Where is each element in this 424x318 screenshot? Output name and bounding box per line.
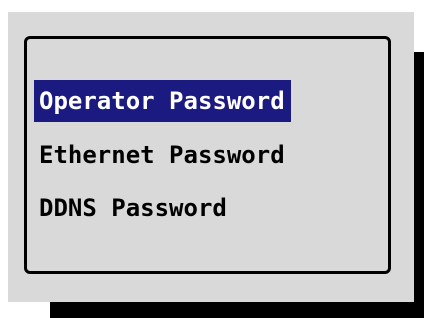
menu-item-operator-password[interactable]: Operator Password (34, 80, 291, 122)
menu-item-ddns-password[interactable]: DDNS Password (34, 187, 233, 229)
menu-item-ethernet-password[interactable]: Ethernet Password (34, 134, 291, 176)
screen: Operator Password Ethernet Password DDNS… (0, 0, 424, 318)
